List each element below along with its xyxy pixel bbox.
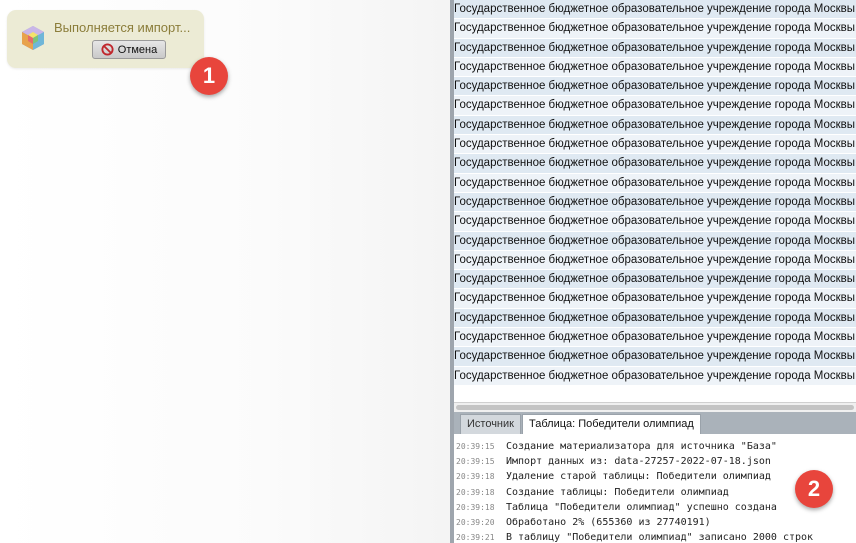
log-message: Импорт данных из: data-27257-2022-07-18.… [506, 456, 771, 468]
left-panel: Выполняется импорт... Отмена 1 [0, 0, 450, 543]
log-message: Удаление старой таблицы: Победители олим… [506, 471, 771, 483]
tab-source[interactable]: Источник [460, 414, 521, 434]
table-row[interactable]: Государственное бюджетное образовательно… [454, 212, 856, 232]
log-message: Таблица "Победители олимпиад" успешно со… [506, 501, 777, 513]
bottom-tabs: Источник Таблица: Победители олимпиад [454, 412, 856, 434]
table-row[interactable]: Государственное бюджетное образовательно… [454, 270, 856, 290]
table-row[interactable]: Государственное бюджетное образовательно… [454, 77, 856, 97]
scrollbar-thumb[interactable] [456, 405, 854, 410]
log-message: В таблицу "Победители олимпиад" записано… [506, 532, 814, 543]
table-row[interactable]: Государственное бюджетное образовательно… [454, 38, 856, 58]
table-row[interactable]: Государственное бюджетное образовательно… [454, 154, 856, 174]
cancel-import-button[interactable]: Отмена [92, 40, 166, 59]
log-timestamp: 20:39:21 [456, 533, 495, 543]
log-line: 20:39:20 Обработано 2% (655360 из 2774019… [454, 515, 856, 530]
log-line: 20:39:15 Создание материализатора для ист… [454, 439, 856, 454]
table-row[interactable]: Государственное бюджетное образовательно… [454, 192, 856, 213]
table-row[interactable]: Государственное бюджетное образовательно… [454, 0, 856, 20]
right-panel: Государственное бюджетное образовательно… [454, 0, 856, 543]
log-line: 20:39:21 В таблицу "Победители олимпиад" … [454, 530, 856, 543]
log-message: Обработано 2% (655360 из 27740191) [506, 516, 711, 528]
cancel-button-label: Отмена [117, 43, 158, 56]
annotation-badge-2: 2 [795, 470, 833, 508]
table-row[interactable]: Государственное бюджетное образовательно… [454, 57, 856, 78]
table-row[interactable]: Государственное бюджетное образовательно… [454, 328, 856, 348]
import-status-text: Выполняется импорт... [54, 20, 191, 35]
log-message: Создание таблицы: Победители олимпиад [506, 486, 729, 498]
log-timestamp: 20:39:20 [456, 517, 495, 527]
cube-icon [22, 26, 44, 50]
log-line: 20:39:18 Таблица "Победители олимпиад" ус… [454, 500, 856, 515]
table-row[interactable]: Государственное бюджетное образовательно… [454, 19, 856, 39]
table-row[interactable]: Государственное бюджетное образовательно… [454, 231, 856, 251]
data-table: Государственное бюджетное образовательно… [454, 0, 856, 402]
horizontal-scrollbar[interactable] [454, 402, 856, 412]
table-row[interactable]: Государственное бюджетное образовательно… [454, 135, 856, 155]
log-timestamp: 20:39:15 [456, 442, 495, 451]
table-row[interactable]: Государственное бюджетное образовательно… [454, 96, 856, 116]
table-row[interactable]: Государственное бюджетное образовательно… [454, 173, 856, 193]
table-row[interactable]: Государственное бюджетное образовательно… [454, 250, 856, 271]
log-line: 20:39:15 Импорт данных из: data-27257-202… [454, 454, 856, 469]
log-timestamp: 20:39:18 [456, 472, 495, 482]
table-row[interactable]: Государственное бюджетное образовательно… [454, 308, 856, 329]
table-row[interactable]: Государственное бюджетное образовательно… [454, 115, 856, 136]
table-row[interactable]: Государственное бюджетное образовательно… [454, 289, 856, 309]
tab-table[interactable]: Таблица: Победители олимпиад [522, 414, 701, 434]
table-row[interactable]: Государственное бюджетное образовательно… [454, 366, 856, 386]
annotation-badge-1: 1 [190, 57, 228, 95]
log-timestamp: 20:39:15 [456, 457, 495, 467]
log-timestamp: 20:39:18 [456, 502, 495, 512]
log-timestamp: 20:39:18 [456, 487, 495, 497]
import-progress-toast: Выполняется импорт... Отмена [7, 10, 204, 68]
cancel-icon [101, 43, 114, 56]
table-row[interactable]: Государственное бюджетное образовательно… [454, 347, 856, 367]
log-message: Создание материализатора для источника "… [506, 441, 777, 452]
